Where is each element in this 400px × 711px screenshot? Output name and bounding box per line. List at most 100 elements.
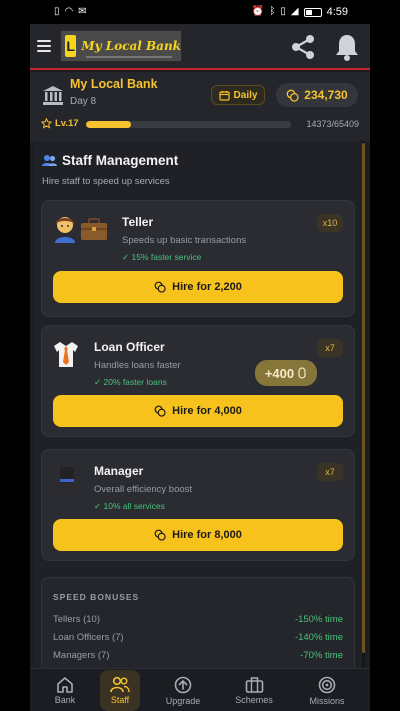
hire-loan-officer-button[interactable]: Hire for 4,000 bbox=[53, 395, 343, 427]
star-icon bbox=[41, 118, 52, 129]
bonus-value: -150% time bbox=[294, 614, 343, 625]
share-button[interactable] bbox=[286, 30, 320, 64]
nav-label: Missions bbox=[309, 695, 345, 706]
level-indicator: Lv.17 bbox=[41, 118, 79, 129]
xp-text: 14373/65409 bbox=[306, 119, 359, 129]
calendar-icon bbox=[218, 90, 230, 101]
home-icon bbox=[57, 677, 73, 693]
coins-icon bbox=[154, 405, 166, 417]
shirt-tie-icon bbox=[54, 342, 78, 367]
hire-button-label: Hire for 2,200 bbox=[172, 281, 242, 293]
staff-card-teller: Teller Speeds up basic transactions ✓ 15… bbox=[41, 200, 355, 317]
nav-item-schemes[interactable]: Schemes bbox=[226, 669, 282, 711]
nav-label: Bank bbox=[54, 695, 76, 705]
manager-avatar bbox=[53, 463, 81, 493]
staff-panel: Staff Management Hire staff to speed up … bbox=[34, 141, 366, 668]
hire-manager-button[interactable]: Hire for 8,000 bbox=[53, 519, 343, 551]
staff-name: Teller bbox=[122, 215, 154, 229]
teller-avatar bbox=[53, 214, 108, 244]
section-title: Staff Management bbox=[42, 153, 178, 168]
coin-amount: 234,730 bbox=[304, 88, 348, 102]
menu-icon[interactable] bbox=[37, 40, 51, 52]
target-icon bbox=[318, 676, 336, 693]
bonus-value: -70% time bbox=[300, 650, 343, 661]
staff-bonus: ✓ 10% all services bbox=[94, 501, 165, 511]
battery-icon bbox=[303, 7, 322, 17]
coins-icon bbox=[154, 529, 166, 541]
hire-teller-button[interactable]: Hire for 2,200 bbox=[53, 271, 343, 303]
scrollbar-thumb[interactable] bbox=[362, 143, 365, 653]
bonus-label: Loan Officers (7) bbox=[53, 632, 124, 643]
nav-label: Staff bbox=[110, 695, 130, 705]
staff-description: Handles loans faster bbox=[94, 360, 181, 371]
staff-card-manager: Manager Overall efficiency boost ✓ 10% a… bbox=[41, 449, 355, 561]
level-label: Lv.17 bbox=[55, 118, 79, 129]
briefcase-icon bbox=[81, 218, 107, 240]
staff-name: Manager bbox=[94, 464, 144, 478]
speed-bonuses-title: SPEED BONUSES bbox=[53, 592, 140, 602]
vibrate-icon: ▯ bbox=[280, 6, 286, 17]
staff-bonus: ✓ 15% faster service bbox=[122, 252, 202, 262]
nav-label: Upgrade bbox=[165, 695, 201, 706]
teller-icon bbox=[55, 217, 75, 243]
coins-icon bbox=[298, 367, 306, 379]
app-header: L My Local Bank bbox=[30, 24, 370, 70]
share-icon bbox=[292, 35, 314, 59]
bank-building-icon bbox=[43, 86, 63, 105]
coin-balance: 234,730 bbox=[276, 83, 358, 107]
frequency-toggle[interactable]: Daily bbox=[211, 85, 265, 105]
nav-item-missions[interactable]: Missions bbox=[299, 669, 355, 711]
section-title-text: Staff Management bbox=[62, 153, 179, 168]
loan-officer-avatar bbox=[53, 339, 79, 369]
upgrade-icon bbox=[174, 676, 192, 693]
floating-gain-value: +400 bbox=[264, 365, 295, 381]
staff-bonus: ✓ 20% faster loans bbox=[94, 377, 167, 387]
wifi-icon: ◠ bbox=[64, 6, 74, 17]
bank-summary: My Local Bank Day 8 Daily 234,730 Lv.17 bbox=[30, 72, 370, 142]
xp-progress-bar bbox=[86, 121, 291, 128]
staff-name: Loan Officer bbox=[94, 340, 165, 354]
people-icon bbox=[42, 155, 57, 166]
app-screen: ▯ ◠ ✉ ⏰ ᛒ ▯ ◢ 4:59 L My Local Bank My Lo… bbox=[30, 0, 370, 711]
staff-description: Speeds up basic transactions bbox=[122, 235, 247, 246]
bonus-label: Managers (7) bbox=[53, 650, 110, 661]
bonus-value: -140% time bbox=[294, 632, 343, 643]
bonus-row: Managers (7) -70% time bbox=[53, 650, 343, 661]
logo-mark: L bbox=[65, 35, 77, 57]
nav-item-staff[interactable]: Staff bbox=[97, 669, 143, 711]
signal-icon: ◢ bbox=[290, 6, 299, 17]
bell-icon bbox=[336, 35, 358, 61]
bottom-navigation: Bank Staff Upgrade Schemes Missions bbox=[30, 668, 370, 711]
logo-tagline bbox=[86, 56, 172, 58]
top-hat-icon bbox=[54, 467, 80, 490]
bluetooth-icon: ᛒ bbox=[269, 6, 276, 17]
briefcase-icon bbox=[245, 677, 263, 693]
staff-count-badge: x10 bbox=[317, 214, 343, 232]
alarm-icon: ⏰ bbox=[251, 6, 265, 17]
app-logo: L My Local Bank bbox=[60, 30, 182, 62]
section-subtitle: Hire staff to speed up services bbox=[42, 176, 170, 187]
nav-item-bank[interactable]: Bank bbox=[42, 669, 88, 711]
bank-name: My Local Bank bbox=[70, 77, 158, 91]
sim-icon: ▯ bbox=[54, 6, 60, 17]
logo-text: My Local Bank bbox=[81, 39, 181, 53]
coins-icon bbox=[154, 281, 166, 293]
status-time: 4:59 bbox=[326, 6, 348, 18]
staff-count-badge: x7 bbox=[317, 463, 343, 481]
floating-coin-gain: +400 bbox=[255, 360, 317, 386]
status-bar: ▯ ◠ ✉ ⏰ ᛒ ▯ ◢ 4:59 bbox=[30, 0, 370, 24]
notifications-button[interactable] bbox=[332, 30, 362, 64]
staff-count-badge: x7 bbox=[317, 339, 343, 357]
hire-button-label: Hire for 8,000 bbox=[172, 529, 242, 541]
speed-bonuses-panel: SPEED BONUSES Tellers (10) -150% time Lo… bbox=[41, 577, 355, 668]
xp-progress-fill bbox=[86, 121, 132, 128]
nav-item-upgrade[interactable]: Upgrade bbox=[156, 669, 210, 711]
frequency-label: Daily bbox=[233, 89, 258, 101]
coins-icon bbox=[286, 89, 299, 102]
mail-icon: ✉ bbox=[78, 6, 87, 17]
staff-icon bbox=[110, 676, 130, 693]
staff-description: Overall efficiency boost bbox=[94, 484, 193, 495]
bonus-label: Tellers (10) bbox=[53, 614, 100, 625]
game-day: Day 8 bbox=[70, 96, 97, 107]
nav-label: Schemes bbox=[235, 695, 273, 705]
